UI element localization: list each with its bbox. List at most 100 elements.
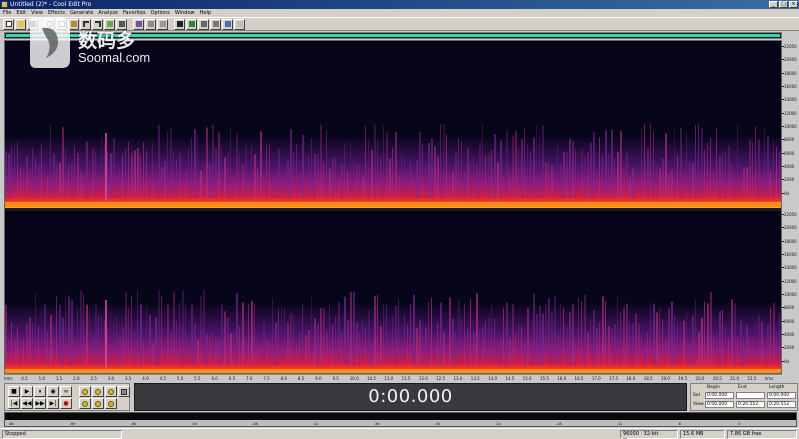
- spectral-streak: [473, 156, 474, 198]
- time-tick: 11.0: [384, 376, 394, 381]
- menu-window[interactable]: Window: [175, 9, 195, 17]
- spectral-streak: [578, 165, 579, 198]
- stop-button[interactable]: ■: [8, 386, 20, 397]
- zoom-full-icon[interactable]: [105, 386, 117, 397]
- spectral-streak: [263, 321, 265, 365]
- new-icon[interactable]: [3, 18, 14, 30]
- zoom-left-icon[interactable]: [92, 398, 104, 409]
- spectral-streak: [365, 326, 366, 365]
- spectral-streak: [371, 343, 373, 365]
- soomal-logo-icon: [30, 18, 70, 68]
- spectral-streak: [254, 154, 256, 198]
- view-length-field[interactable]: 0:20.552: [767, 401, 796, 408]
- loop-button[interactable]: ∞: [60, 386, 72, 397]
- spectral-streak: [596, 328, 598, 365]
- menu-help[interactable]: Help: [200, 9, 211, 17]
- spectral-streak: [725, 151, 726, 198]
- spectral-streak: [548, 298, 550, 365]
- zoom-out-icon[interactable]: [92, 386, 104, 397]
- spectral-streak: [5, 151, 7, 198]
- spectral-streak: [602, 154, 603, 198]
- spectral-streak: [779, 313, 780, 365]
- spectral-floor: [5, 202, 781, 206]
- spectral-streak: [599, 321, 600, 365]
- spectral-streak: [542, 313, 544, 365]
- window-title: Untitled (2)* - Cool Edit Pro: [10, 1, 92, 8]
- spectral-streak: [665, 133, 667, 198]
- pause-button[interactable]: ⏸: [34, 386, 46, 397]
- spectral-streak: [680, 128, 682, 198]
- spectral-streak: [92, 334, 94, 365]
- view-end-field[interactable]: 0:20.552: [736, 401, 765, 408]
- sel-end-field[interactable]: [736, 392, 765, 399]
- spectral-streak: [344, 143, 345, 198]
- play-to-end-button[interactable]: ◉: [47, 386, 59, 397]
- spectral-streak: [749, 338, 750, 365]
- spectral-streak: [647, 148, 649, 198]
- spectral-streak: [386, 132, 388, 198]
- spectrum-right: [5, 211, 781, 373]
- go-to-end-button[interactable]: ▶|: [47, 398, 59, 409]
- spectral-streak: [764, 129, 765, 198]
- spectral-streak: [155, 317, 157, 365]
- go-to-start-button[interactable]: |◀: [8, 398, 20, 409]
- menu-file[interactable]: File: [3, 9, 11, 17]
- spectral-streak: [143, 142, 144, 198]
- spectral-view[interactable]: [4, 40, 782, 374]
- time-tick: 13.5: [470, 376, 480, 381]
- spectral-streak: [104, 143, 105, 198]
- record-button[interactable]: ●: [60, 398, 72, 409]
- minimize-button[interactable]: _: [769, 1, 778, 8]
- zoom-right-icon[interactable]: [105, 398, 117, 409]
- settings-icon[interactable]: [198, 18, 209, 30]
- spectral-streak: [509, 170, 510, 198]
- menu-edit[interactable]: Edit: [16, 9, 26, 17]
- spectral-streak: [662, 158, 664, 198]
- freq-tick-r-3: 16000: [782, 252, 799, 257]
- play-button[interactable]: ▶: [21, 386, 33, 397]
- spectral-streak: [56, 163, 57, 198]
- open-icon[interactable]: [15, 18, 26, 30]
- fast-forward-button[interactable]: ▶▶: [34, 398, 46, 409]
- spectral-streak: [59, 163, 61, 198]
- spectral-streak: [668, 308, 670, 365]
- channel-right[interactable]: [5, 211, 781, 373]
- spectral-streak: [470, 299, 471, 365]
- spectral-streak: [125, 291, 127, 365]
- time-tick: 7.0: [246, 376, 253, 381]
- view-label: View: [693, 402, 704, 407]
- level-meter-scale: dB -69 -60 -54 -48 -42 -36 -30 -24 -18 -12 -6 0: [5, 420, 796, 426]
- rewind-button[interactable]: ◀◀: [21, 398, 33, 409]
- spectral-streak: [473, 332, 475, 365]
- sel-length-field[interactable]: 0:00.000: [767, 392, 796, 399]
- spectral-streak: [698, 331, 700, 365]
- time-tick: 15.5: [539, 376, 549, 381]
- spectral-streak: [218, 132, 220, 198]
- spectral-streak: [416, 159, 418, 198]
- spectral-streak: [527, 143, 528, 198]
- zoom-in-icon[interactable]: [79, 386, 91, 397]
- sel-begin-field[interactable]: 0:00.000: [705, 392, 734, 399]
- spectral-streak: [431, 138, 433, 198]
- spectral-streak: [290, 313, 292, 365]
- spectral-streak: [650, 123, 651, 198]
- spectral-streak: [257, 338, 258, 365]
- spectral-streak: [710, 137, 711, 198]
- help-icon[interactable]: [234, 18, 245, 30]
- zoom-sel-icon[interactable]: [79, 398, 91, 409]
- spectral-streak: [98, 314, 99, 365]
- spectral-streak: [506, 130, 508, 198]
- waveform-view-icon[interactable]: [186, 18, 197, 30]
- spectral-streak: [461, 141, 462, 198]
- spectral-streak: [194, 129, 196, 198]
- maximize-button[interactable]: □: [779, 1, 788, 8]
- view-begin-field[interactable]: 0:00.000: [705, 401, 734, 408]
- spectral-streak: [677, 154, 678, 198]
- spectral-streak: [164, 161, 166, 198]
- frequency-icon[interactable]: [222, 18, 233, 30]
- spectral-streak: [452, 318, 454, 365]
- close-button[interactable]: ×: [789, 1, 798, 8]
- properties-icon[interactable]: [210, 18, 221, 30]
- spectral-streak: [80, 171, 82, 198]
- zoom-vert-in-icon[interactable]: [118, 386, 130, 397]
